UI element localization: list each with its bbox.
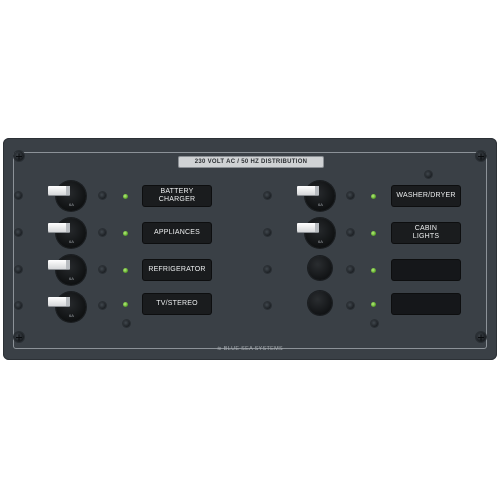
mount-screw-icon — [347, 229, 354, 236]
mount-screw-icon — [15, 302, 22, 309]
circuit-label-line1: WASHER/DRYER — [396, 192, 456, 199]
circuit-label: BATTERY CHARGER — [143, 186, 211, 206]
amp-rating: 6A — [69, 276, 74, 281]
mount-screw-icon — [264, 229, 271, 236]
amp-rating: 6A — [318, 202, 323, 207]
mount-screw-icon — [425, 171, 432, 178]
mount-screw-icon — [15, 229, 22, 236]
circuit-label-line1: APPLIANCES — [154, 229, 200, 236]
circuit-label-line2: CHARGER — [158, 196, 196, 203]
indicator-led-icon — [123, 194, 128, 199]
circuit-breaker-washer-dryer[interactable]: 6A — [297, 181, 335, 211]
mount-screw-icon — [123, 320, 130, 327]
mount-screw-icon — [347, 302, 354, 309]
screw-icon — [476, 332, 486, 342]
breaker-toggle[interactable] — [297, 223, 319, 232]
circuit-label-line1: BATTERY — [160, 188, 194, 195]
mount-screw-icon — [347, 192, 354, 199]
screw-icon — [14, 332, 24, 342]
mount-screw-icon — [99, 192, 106, 199]
mount-screw-icon — [15, 266, 22, 273]
circuit-label-line2: LIGHTS — [412, 233, 440, 240]
mount-screw-icon — [264, 192, 271, 199]
mount-screw-icon — [99, 302, 106, 309]
breaker-toggle[interactable] — [48, 186, 70, 195]
indicator-led-icon — [123, 302, 128, 307]
circuit-breaker-battery-charger[interactable]: 6A — [48, 181, 86, 211]
blank-label-plate — [392, 294, 460, 314]
indicator-led-icon — [123, 231, 128, 236]
circuit-label-line1: CABIN — [414, 225, 438, 232]
circuit-breaker-cabin-lights[interactable]: 6A — [297, 218, 335, 248]
amp-rating: 6A — [69, 202, 74, 207]
mount-screw-icon — [264, 302, 271, 309]
circuit-breaker-tv-stereo[interactable]: 6A — [48, 292, 86, 322]
circuit-label-line1: TV/STEREO — [156, 300, 198, 307]
circuit-label: TV/STEREO — [143, 294, 211, 314]
panel-frame — [13, 152, 487, 349]
circuit-breaker-refrigerator[interactable]: 6A — [48, 255, 86, 285]
circuit-breaker-appliances[interactable]: 6A — [48, 218, 86, 248]
mount-screw-icon — [347, 266, 354, 273]
blank-breaker-plug — [308, 256, 332, 280]
indicator-led-icon — [371, 302, 376, 307]
circuit-label: WASHER/DRYER — [392, 186, 460, 206]
circuit-label: REFRIGERATOR — [143, 260, 211, 280]
amp-rating: 6A — [69, 239, 74, 244]
circuit-label: CABIN LIGHTS — [392, 223, 460, 243]
indicator-led-icon — [371, 268, 376, 273]
mount-screw-icon — [99, 266, 106, 273]
breaker-toggle[interactable] — [48, 260, 70, 269]
indicator-led-icon — [123, 268, 128, 273]
breaker-toggle[interactable] — [48, 297, 70, 306]
breaker-toggle[interactable] — [297, 186, 319, 195]
mount-screw-icon — [264, 266, 271, 273]
amp-rating: 6A — [69, 313, 74, 318]
blank-label-plate — [392, 260, 460, 280]
circuit-label-line1: REFRIGERATOR — [148, 266, 206, 273]
screw-icon — [476, 151, 486, 161]
panel-title: 230 VOLT AC / 50 HZ DISTRIBUTION — [178, 156, 324, 168]
indicator-led-icon — [371, 194, 376, 199]
screw-icon — [14, 151, 24, 161]
amp-rating: 6A — [318, 239, 323, 244]
circuit-label: APPLIANCES — [143, 223, 211, 243]
mount-screw-icon — [15, 192, 22, 199]
brand-logo: ≋ BLUE SEA SYSTEMS — [217, 346, 283, 352]
indicator-led-icon — [371, 231, 376, 236]
breaker-toggle[interactable] — [48, 223, 70, 232]
distribution-panel — [3, 138, 497, 360]
mount-screw-icon — [99, 229, 106, 236]
blank-breaker-plug — [308, 291, 332, 315]
mount-screw-icon — [371, 320, 378, 327]
